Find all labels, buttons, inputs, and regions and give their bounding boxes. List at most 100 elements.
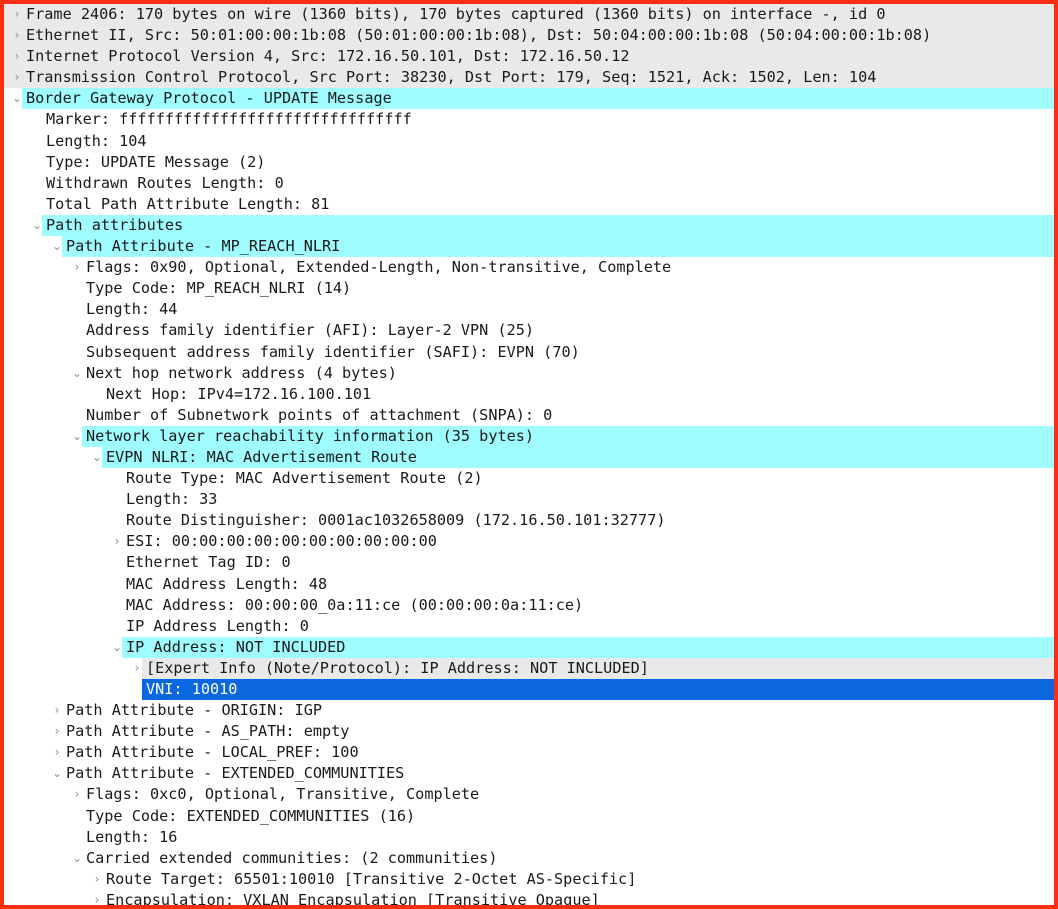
tree-row-label: Flags: 0x90, Optional, Extended-Length, … bbox=[86, 258, 672, 277]
row-content: Frame 2406: 170 bytes on wire (1360 bits… bbox=[4, 4, 1054, 25]
tree-row[interactable]: Length: 44 bbox=[4, 299, 1054, 321]
tree-row[interactable]: Address family identifier (AFI): Layer-2… bbox=[4, 320, 1054, 342]
tree-row-label: Type Code: MP_REACH_NLRI (14) bbox=[86, 279, 352, 298]
row-content: Transmission Control Protocol, Src Port:… bbox=[4, 67, 1054, 88]
tree-row[interactable]: Ethernet Tag ID: 0 bbox=[4, 552, 1054, 574]
row-content: ESI: 00:00:00:00:00:00:00:00:00:00 bbox=[4, 531, 1054, 552]
chevron-right-icon[interactable] bbox=[10, 46, 24, 67]
tree-row-label: IP Address Length: 0 bbox=[126, 616, 309, 635]
chevron-right-icon[interactable] bbox=[90, 869, 104, 890]
tree-row-label: Route Distinguisher: 0001ac1032658009 (1… bbox=[126, 511, 666, 530]
chevron-right-icon[interactable] bbox=[70, 257, 84, 278]
row-content: Carried extended communities: (2 communi… bbox=[4, 848, 1054, 869]
row-content: Type Code: MP_REACH_NLRI (14) bbox=[4, 278, 1054, 299]
tree-row[interactable]: Type: UPDATE Message (2) bbox=[4, 151, 1054, 173]
row-content: MAC Address Length: 48 bbox=[4, 574, 1054, 595]
tree-row[interactable]: Path Attribute - AS_PATH: empty bbox=[4, 721, 1054, 743]
tree-row-label: [Expert Info (Note/Protocol): IP Address… bbox=[146, 658, 649, 677]
tree-row[interactable]: Border Gateway Protocol - UPDATE Message bbox=[4, 88, 1054, 110]
tree-row[interactable]: VNI: 10010 bbox=[4, 679, 1054, 701]
tree-row[interactable]: Withdrawn Routes Length: 0 bbox=[4, 172, 1054, 194]
tree-row[interactable]: Path attributes bbox=[4, 214, 1054, 237]
tree-row[interactable]: IP Address Length: 0 bbox=[4, 615, 1054, 637]
row-content: Path Attribute - AS_PATH: empty bbox=[4, 721, 1054, 742]
tree-row[interactable]: Length: 104 bbox=[4, 130, 1054, 152]
chevron-down-icon[interactable] bbox=[50, 763, 64, 784]
tree-row[interactable]: Transmission Control Protocol, Src Port:… bbox=[4, 67, 1054, 89]
tree-row-label: ESI: 00:00:00:00:00:00:00:00:00:00 bbox=[126, 532, 437, 551]
packet-details-pane[interactable]: Frame 2406: 170 bytes on wire (1360 bits… bbox=[0, 0, 1058, 909]
row-content: Path Attribute - EXTENDED_COMMUNITIES bbox=[4, 763, 1054, 784]
tree-row-label: Route Type: MAC Advertisement Route (2) bbox=[126, 469, 483, 488]
row-content: IP Address: NOT INCLUDED bbox=[4, 637, 1054, 658]
tree-row[interactable]: Flags: 0xc0, Optional, Transitive, Compl… bbox=[4, 784, 1054, 806]
chevron-down-icon[interactable] bbox=[10, 88, 24, 109]
tree-row[interactable]: Ethernet II, Src: 50:01:00:00:1b:08 (50:… bbox=[4, 25, 1054, 47]
tree-row[interactable]: Route Type: MAC Advertisement Route (2) bbox=[4, 468, 1054, 490]
row-content: Type: UPDATE Message (2) bbox=[4, 152, 1054, 173]
protocol-tree[interactable]: Frame 2406: 170 bytes on wire (1360 bits… bbox=[4, 4, 1054, 905]
chevron-right-icon[interactable] bbox=[10, 4, 24, 25]
chevron-right-icon[interactable] bbox=[10, 67, 24, 88]
tree-row[interactable]: Encapsulation: VXLAN Encapsulation [Tran… bbox=[4, 889, 1054, 905]
chevron-right-icon[interactable] bbox=[130, 658, 144, 679]
tree-row[interactable]: ESI: 00:00:00:00:00:00:00:00:00:00 bbox=[4, 531, 1054, 553]
tree-row[interactable]: IP Address: NOT INCLUDED bbox=[4, 636, 1054, 658]
chevron-right-icon[interactable] bbox=[110, 531, 124, 552]
tree-row-label: Length: 33 bbox=[126, 490, 218, 509]
row-content: Route Distinguisher: 0001ac1032658009 (1… bbox=[4, 510, 1054, 531]
tree-row[interactable]: Length: 33 bbox=[4, 489, 1054, 511]
tree-row-label: Border Gateway Protocol - UPDATE Message bbox=[26, 89, 392, 108]
row-content: Ethernet II, Src: 50:01:00:00:1b:08 (50:… bbox=[4, 25, 1054, 46]
chevron-right-icon[interactable] bbox=[50, 700, 64, 721]
row-content: Withdrawn Routes Length: 0 bbox=[4, 173, 1054, 194]
chevron-right-icon[interactable] bbox=[70, 784, 84, 805]
tree-row[interactable]: [Expert Info (Note/Protocol): IP Address… bbox=[4, 657, 1054, 679]
row-content: Number of Subnetwork points of attachmen… bbox=[4, 405, 1054, 426]
chevron-down-icon[interactable] bbox=[110, 637, 124, 658]
tree-row[interactable]: Network layer reachability information (… bbox=[4, 425, 1054, 447]
tree-row[interactable]: Total Path Attribute Length: 81 bbox=[4, 193, 1054, 215]
chevron-right-icon[interactable] bbox=[90, 890, 104, 905]
tree-row[interactable]: Path Attribute - MP_REACH_NLRI bbox=[4, 236, 1054, 258]
tree-row[interactable]: Type Code: EXTENDED_COMMUNITIES (16) bbox=[4, 805, 1054, 827]
chevron-down-icon[interactable] bbox=[70, 426, 84, 447]
tree-row[interactable]: EVPN NLRI: MAC Advertisement Route bbox=[4, 446, 1054, 469]
tree-row-label: Path attributes bbox=[46, 215, 184, 234]
tree-row[interactable]: Next Hop: IPv4=172.16.100.101 bbox=[4, 383, 1054, 405]
chevron-down-icon[interactable] bbox=[50, 236, 64, 257]
chevron-down-icon[interactable] bbox=[90, 447, 104, 468]
tree-row[interactable]: Path Attribute - EXTENDED_COMMUNITIES bbox=[4, 763, 1054, 785]
tree-row[interactable]: Marker: ffffffffffffffffffffffffffffffff bbox=[4, 109, 1054, 131]
tree-row[interactable]: Internet Protocol Version 4, Src: 172.16… bbox=[4, 46, 1054, 68]
tree-row-label: Number of Subnetwork points of attachmen… bbox=[86, 405, 553, 424]
tree-row[interactable]: Carried extended communities: (2 communi… bbox=[4, 847, 1054, 869]
tree-row[interactable]: Length: 16 bbox=[4, 826, 1054, 848]
row-content: [Expert Info (Note/Protocol): IP Address… bbox=[4, 658, 1054, 679]
row-content: Marker: ffffffffffffffffffffffffffffffff bbox=[4, 109, 1054, 130]
chevron-right-icon[interactable] bbox=[50, 721, 64, 742]
tree-row[interactable]: MAC Address Length: 48 bbox=[4, 573, 1054, 595]
tree-row-label: Path Attribute - ORIGIN: IGP bbox=[66, 701, 323, 720]
chevron-right-icon[interactable] bbox=[50, 742, 64, 763]
tree-row[interactable]: Route Target: 65501:10010 [Transitive 2-… bbox=[4, 868, 1054, 890]
chevron-down-icon[interactable] bbox=[70, 848, 84, 869]
tree-row[interactable]: MAC Address: 00:00:00_0a:11:ce (00:00:00… bbox=[4, 594, 1054, 616]
row-content: Flags: 0x90, Optional, Extended-Length, … bbox=[4, 257, 1054, 278]
chevron-right-icon[interactable] bbox=[10, 25, 24, 46]
tree-row-label: Type Code: EXTENDED_COMMUNITIES (16) bbox=[86, 806, 416, 825]
chevron-down-icon[interactable] bbox=[30, 215, 44, 236]
tree-row[interactable]: Next hop network address (4 bytes) bbox=[4, 362, 1054, 384]
tree-row[interactable]: Path Attribute - ORIGIN: IGP bbox=[4, 700, 1054, 722]
tree-row[interactable]: Number of Subnetwork points of attachmen… bbox=[4, 404, 1054, 426]
tree-row[interactable]: Subsequent address family identifier (SA… bbox=[4, 341, 1054, 363]
tree-row[interactable]: Frame 2406: 170 bytes on wire (1360 bits… bbox=[4, 4, 1054, 26]
tree-row-label: Next hop network address (4 bytes) bbox=[86, 363, 397, 382]
tree-row[interactable]: Path Attribute - LOCAL_PREF: 100 bbox=[4, 742, 1054, 764]
tree-row[interactable]: Route Distinguisher: 0001ac1032658009 (1… bbox=[4, 510, 1054, 532]
tree-row[interactable]: Type Code: MP_REACH_NLRI (14) bbox=[4, 278, 1054, 300]
chevron-down-icon[interactable] bbox=[70, 363, 84, 384]
tree-row-label: MAC Address Length: 48 bbox=[126, 574, 328, 593]
tree-row[interactable]: Flags: 0x90, Optional, Extended-Length, … bbox=[4, 257, 1054, 279]
tree-row-label: Subsequent address family identifier (SA… bbox=[86, 342, 580, 361]
